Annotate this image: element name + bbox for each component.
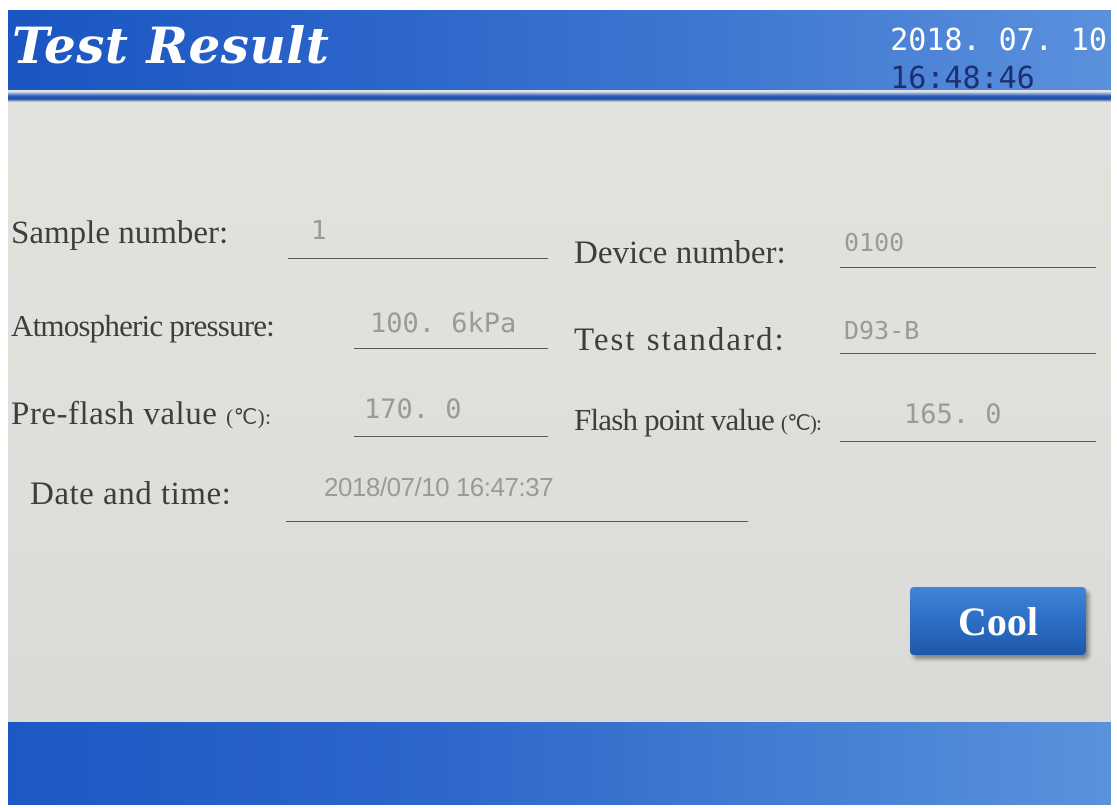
flash-point-value[interactable]: 165. 0 xyxy=(904,399,1002,430)
date-time-value[interactable]: 2018/07/10 16:47:37 xyxy=(324,472,554,503)
sample-number-label: Sample number: xyxy=(11,215,229,251)
atmospheric-pressure-label: Atmospheric pressure: xyxy=(11,308,275,343)
atmospheric-pressure-value[interactable]: 100. 6kPa xyxy=(370,308,516,339)
sample-number-underline xyxy=(288,258,548,259)
clock-display: 2018. 07. 10 16:48:46 xyxy=(890,22,1107,98)
page-title: Test Result xyxy=(12,16,330,75)
footer-bar xyxy=(8,722,1111,805)
test-standard-underline xyxy=(840,353,1096,354)
flash-point-unit: (℃): xyxy=(780,411,822,435)
device-number-value[interactable]: 0100 xyxy=(844,228,904,257)
pre-flash-unit: (℃): xyxy=(226,405,272,429)
device-number-underline xyxy=(840,267,1096,268)
pre-flash-label: Pre-flash value (℃): xyxy=(11,396,272,433)
header-bar: Test Result 2018. 07. 10 16:48:46 xyxy=(8,10,1111,96)
header-divider xyxy=(8,92,1111,102)
atmospheric-pressure-underline xyxy=(354,348,548,349)
pre-flash-label-text: Pre-flash value xyxy=(11,396,218,432)
device-number-label: Device number: xyxy=(574,235,786,271)
date-time-label: Date and time: xyxy=(30,476,232,512)
flash-point-label: Flash point value (℃): xyxy=(574,402,822,438)
pre-flash-underline xyxy=(354,436,548,437)
flash-point-label-text: Flash point value xyxy=(574,402,775,437)
test-standard-label: Test standard: xyxy=(574,322,786,358)
device-screen: Test Result 2018. 07. 10 16:48:46 Sample… xyxy=(8,10,1111,805)
clock-date: 2018. 07. 10 xyxy=(890,23,1107,58)
pre-flash-value[interactable]: 170. 0 xyxy=(364,394,462,425)
date-time-underline xyxy=(286,521,748,522)
cool-button[interactable]: Cool xyxy=(910,587,1086,655)
flash-point-underline xyxy=(840,441,1096,442)
sample-number-value[interactable]: 1 xyxy=(311,216,327,246)
test-standard-value[interactable]: D93-B xyxy=(844,316,919,345)
